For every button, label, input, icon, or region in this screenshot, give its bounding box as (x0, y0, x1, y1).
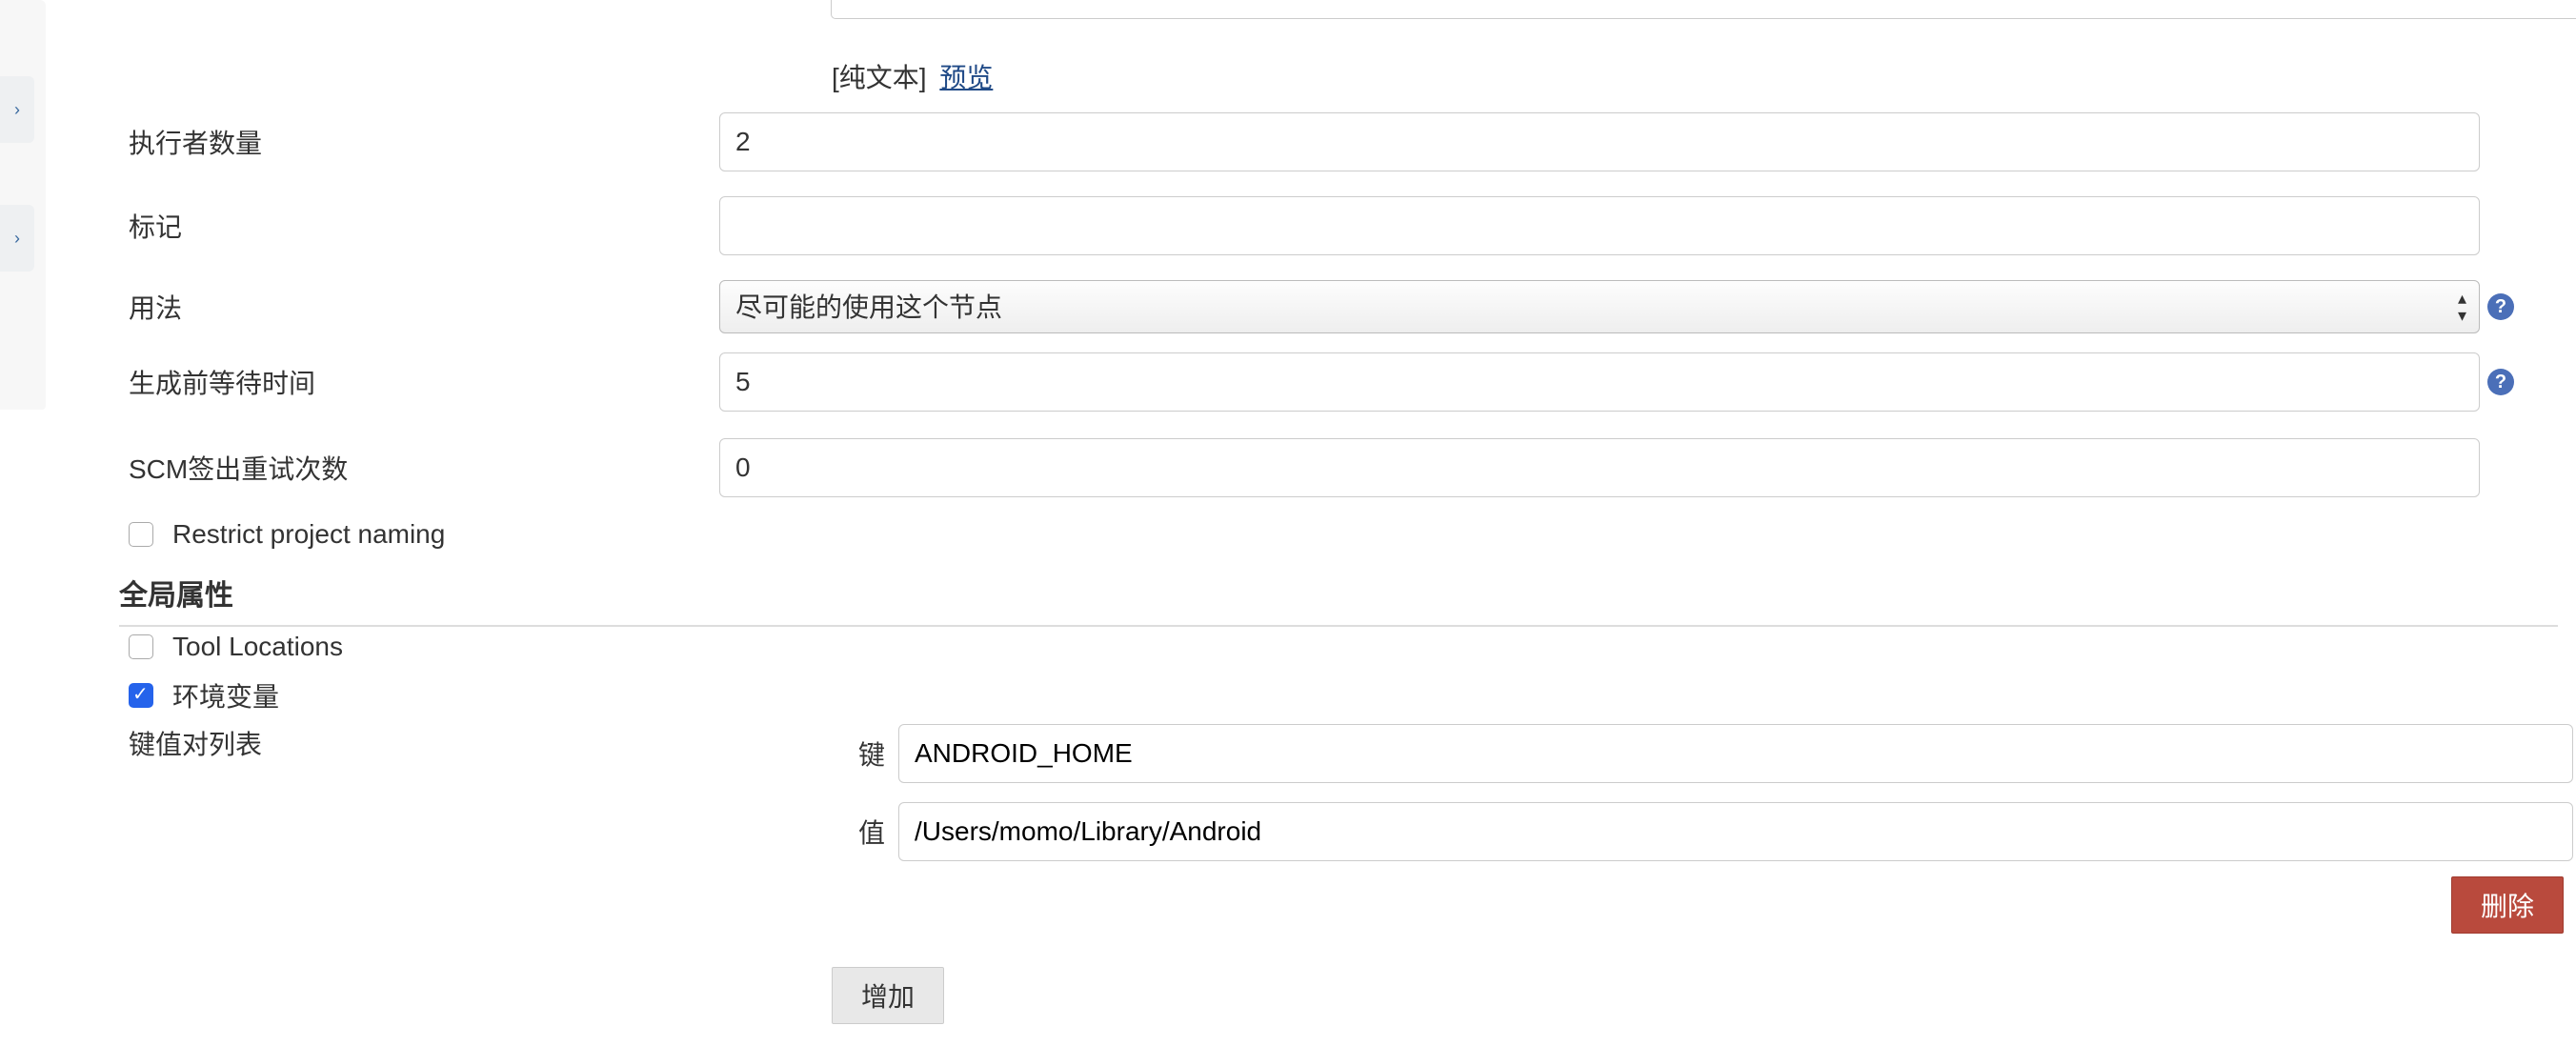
tool-locations-checkbox[interactable] (129, 634, 153, 659)
kv-key-row: 键 (851, 724, 2573, 783)
tool-locations-row: Tool Locations (129, 632, 343, 662)
tag-input[interactable] (719, 196, 2480, 255)
wait-input[interactable] (719, 352, 2480, 412)
restrict-naming-checkbox[interactable] (129, 522, 153, 547)
wait-row: 生成前等待时间 ? (129, 352, 2567, 412)
executors-row: 执行者数量 (129, 112, 2567, 171)
description-textarea[interactable] (831, 0, 2576, 19)
delete-button[interactable]: 删除 (2451, 876, 2564, 934)
kv-key-label: 键 (851, 734, 885, 773)
add-button[interactable]: 增加 (832, 967, 944, 1024)
kv-value-input[interactable] (898, 802, 2573, 861)
tag-row: 标记 (129, 196, 2567, 255)
tag-label: 标记 (129, 207, 719, 245)
usage-row: 用法 尽可能的使用这个节点 ▴▾ ? (129, 280, 2567, 333)
env-vars-row: 环境变量 (129, 676, 279, 714)
usage-select[interactable]: 尽可能的使用这个节点 (719, 280, 2480, 333)
executors-label: 执行者数量 (129, 123, 719, 161)
scm-row: SCM签出重试次数 (129, 438, 2567, 497)
wait-label: 生成前等待时间 (129, 363, 719, 401)
sidebar-expand-handle-2[interactable]: › (0, 205, 34, 272)
scm-input[interactable] (719, 438, 2480, 497)
plain-text-label: [纯文本] (832, 63, 927, 92)
help-icon[interactable]: ? (2487, 293, 2514, 320)
env-vars-checkbox[interactable] (129, 683, 153, 708)
env-vars-label: 环境变量 (172, 676, 279, 714)
kv-value-label: 值 (851, 813, 885, 851)
restrict-naming-label: Restrict project naming (172, 519, 445, 550)
preview-link[interactable]: 预览 (939, 63, 993, 92)
sidebar-expand-handle-1[interactable]: › (0, 76, 34, 143)
kv-key-input[interactable] (898, 724, 2573, 783)
usage-label: 用法 (129, 288, 719, 326)
tool-locations-label: Tool Locations (172, 632, 343, 662)
kv-value-row: 值 (851, 802, 2573, 861)
global-properties-header: 全局属性 (119, 572, 2558, 627)
restrict-naming-row: Restrict project naming (129, 519, 445, 550)
preview-mode-row: [纯文本] 预览 (832, 57, 993, 95)
scm-label: SCM签出重试次数 (129, 449, 719, 487)
executors-input[interactable] (719, 112, 2480, 171)
help-icon[interactable]: ? (2487, 369, 2514, 395)
kv-list-label: 键值对列表 (129, 724, 262, 762)
